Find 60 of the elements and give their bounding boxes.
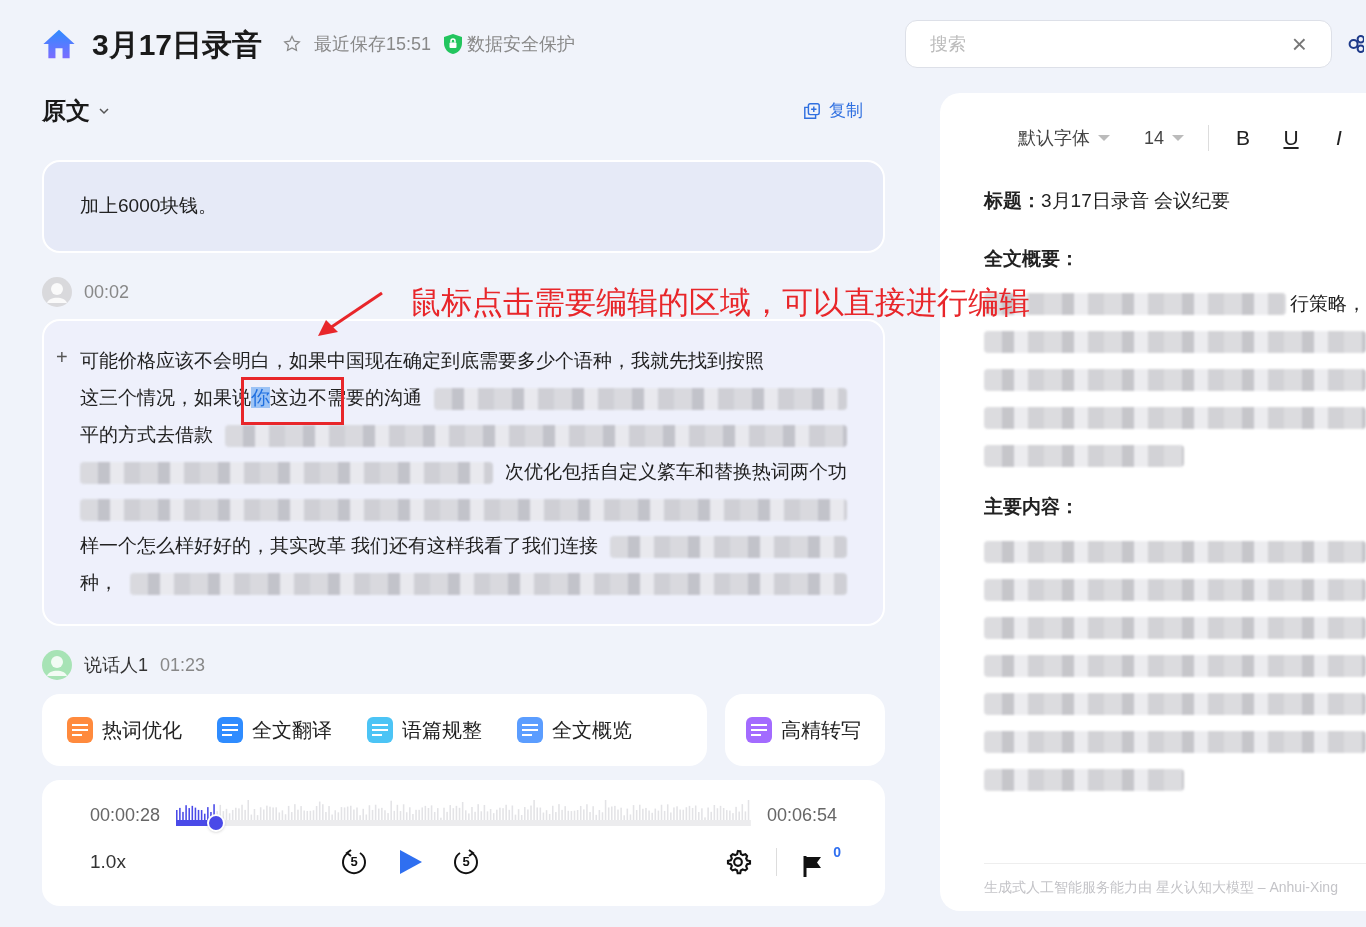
security-label: 数据安全保护	[467, 32, 576, 56]
save-status: 最近保存15:51	[314, 32, 432, 56]
tool-icon	[516, 716, 544, 744]
share-icon[interactable]	[1348, 32, 1364, 56]
waveform-slider[interactable]	[176, 800, 751, 830]
shield-lock-icon	[443, 33, 464, 55]
section-heading: 全文概要：	[984, 246, 1080, 271]
annotation-text: 鼠标点击需要编辑的区域，可以直接进行编辑	[410, 284, 1030, 322]
tool-icon	[745, 716, 773, 744]
settings-icon[interactable]	[724, 848, 752, 876]
tool-button[interactable]: 高精转写	[745, 715, 861, 745]
total-time: 00:06:54	[766, 803, 837, 827]
translate-icon	[216, 716, 244, 744]
chevron-down-icon	[98, 107, 110, 115]
timestamp: 01:23	[160, 653, 206, 677]
home-icon[interactable]	[42, 27, 76, 61]
transcript-text: 可能价格应该不会明白，如果中国现在确定到底需要多少个语种，我就先找到按照	[80, 350, 764, 372]
size-dropdown[interactable]: 14	[1144, 124, 1185, 152]
rewind-button[interactable]: 5	[340, 848, 368, 876]
transcript-text: 种，	[80, 572, 118, 594]
section-heading: 主要内容：	[984, 494, 1080, 519]
tool-button[interactable]: 全文概览	[516, 715, 632, 745]
timestamp: 00:02	[84, 280, 130, 304]
tool-button[interactable]: 语篇规整	[366, 715, 482, 745]
forward-button[interactable]: 5	[452, 848, 480, 876]
recording-title: 3月17日录音	[92, 26, 263, 63]
circular-arrow-icon	[340, 848, 368, 876]
italic-button[interactable]: I	[1329, 122, 1350, 154]
star-icon[interactable]	[282, 34, 303, 54]
speaker-name: 说话人1	[84, 653, 148, 677]
notes-title: 标题：3月17日录音 会议纪要	[984, 188, 1231, 213]
transcript-text: 平的方式去借款	[80, 424, 213, 446]
transcript-text: 次优化包括自定义綮车和替换热词两个功	[505, 461, 847, 483]
tool-icon	[366, 716, 394, 744]
view-dropdown[interactable]: 原文	[42, 93, 110, 129]
transcript-text: 样一个怎么样好好的，其实改革 我们还有这样我看了我们连接	[80, 535, 599, 557]
transcript-text: 加上6000块钱。	[80, 195, 218, 217]
avatar-icon	[42, 277, 72, 307]
mark-count: 0	[833, 843, 841, 862]
slider-thumb[interactable]	[207, 814, 226, 832]
tool-button[interactable]: 热词优化	[66, 715, 182, 745]
notes-text: 行策略，	[1290, 291, 1366, 316]
copy-button[interactable]: 复制	[803, 98, 863, 124]
search-field[interactable]: 搜索 ×	[905, 20, 1332, 68]
underline-button[interactable]: U	[1281, 122, 1302, 154]
selected-text: 你	[251, 387, 270, 409]
font-dropdown[interactable]: 默认字体	[1018, 124, 1110, 152]
clear-button[interactable]: ×	[1291, 31, 1307, 57]
avatar-icon	[42, 650, 72, 680]
circular-arrow-icon	[452, 848, 480, 876]
caret-icon	[1172, 134, 1185, 142]
copy-icon	[803, 102, 821, 120]
current-time: 00:00:28	[90, 803, 161, 827]
transcript-card[interactable]: 加上6000块钱。	[42, 160, 885, 253]
speed-button[interactable]: 1.0x	[90, 847, 340, 877]
tool-icon	[66, 716, 94, 744]
bold-button[interactable]: B	[1233, 122, 1254, 154]
tool-button[interactable]: 全文翻译	[216, 715, 332, 745]
caret-icon	[1098, 134, 1110, 142]
plus-icon[interactable]: +	[56, 347, 68, 367]
